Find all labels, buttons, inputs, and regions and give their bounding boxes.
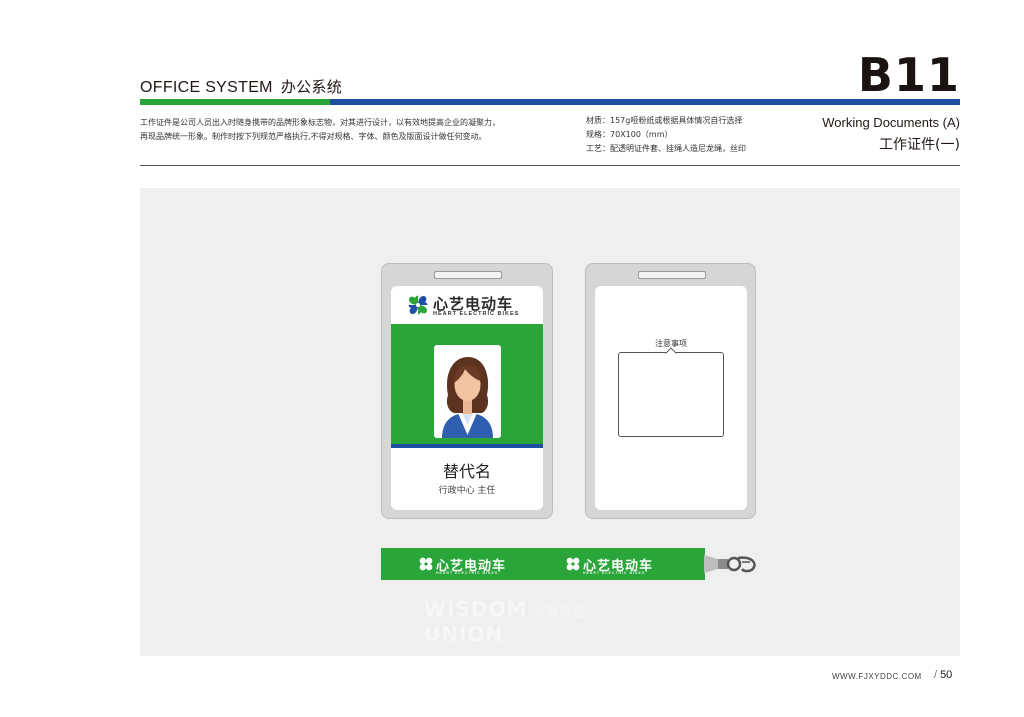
description-line: 再现品牌统一形象。制作时按下列规范严格执行,不得对规格、字体、颜色及版面设计做任… [140, 132, 487, 141]
footer-url: WWW.FJXYDDC.COM [832, 672, 922, 681]
watermark-line1: WISDOM [424, 597, 528, 621]
badge-back-card: 注意事项 [595, 286, 747, 510]
notice-box [618, 352, 724, 437]
badge-front: 心艺电动车 HEART ELECTRIC BIKES 替代名 行政中心 主任 [381, 263, 553, 519]
description-line: 工作证件是公司人员出入时随身携带的品牌形象标志物，对其进行设计，以有效地提高企业… [140, 118, 500, 127]
watermark: WISDOM 大智联盟 UNION [424, 598, 585, 645]
footer-page: /50 [934, 669, 953, 681]
header-bar-blue [330, 99, 960, 105]
header-title-cn: 办公系统 [280, 78, 343, 96]
lanyard-brand-en: HEART ELECTRIC BIKES [583, 571, 646, 575]
description: 工作证件是公司人员出入时随身携带的品牌形象标志物，对其进行设计，以有效地提高企业… [140, 116, 500, 144]
clover-logo-icon [408, 295, 428, 315]
header-title-en: OFFICE SYSTEM [140, 79, 273, 96]
lanyard-clip-icon [704, 555, 756, 573]
lanyard: 心艺电动车 HEART ELECTRIC BIKES 心艺电动车 HEART E… [381, 548, 705, 580]
header-bar-green [140, 99, 330, 105]
spec-size: 规格：70X100（mm） [586, 130, 673, 139]
photo-frame [434, 345, 501, 438]
badge-slot [638, 271, 706, 279]
badge-slot [434, 271, 502, 279]
lanyard-brand-en: HEART ELECTRIC BIKES [436, 571, 499, 575]
doc-title-cn: 工作证件(一) [879, 137, 960, 153]
doc-title-en: Working Documents (A) [822, 115, 960, 130]
badge-blue-line [391, 444, 543, 448]
badge-front-card: 心艺电动车 HEART ELECTRIC BIKES 替代名 行政中心 主任 [391, 286, 543, 510]
clover-logo-icon [419, 557, 433, 571]
page-code: B11 [857, 48, 960, 102]
badge-role: 行政中心 主任 [438, 486, 496, 496]
watermark-line2: UNION [424, 622, 504, 646]
businesswoman-avatar-icon [442, 357, 493, 438]
badge-back: 注意事项 [585, 263, 756, 519]
spec-material: 材质：157g哑粉纸或根据具体情况自行选择 [586, 116, 743, 125]
clover-logo-icon [566, 557, 580, 571]
brand-header: 心艺电动车 HEART ELECTRIC BIKES [391, 286, 543, 324]
brand-name-en: HEART ELECTRIC BIKES [433, 311, 520, 317]
badge-name: 替代名 [442, 462, 491, 481]
watermark-line1-cn: 大智联盟 [533, 605, 586, 619]
spec-list: 材质：157g哑粉纸或根据具体情况自行选择 规格：70X100（mm） 工艺：配… [586, 114, 746, 156]
header-divider [140, 165, 960, 166]
spec-process: 工艺：配透明证件套、挂绳人造尼龙绳，丝印 [586, 144, 746, 153]
header-title: OFFICE SYSTEM 办公系统 [140, 76, 342, 97]
page-number: 50 [940, 669, 953, 681]
